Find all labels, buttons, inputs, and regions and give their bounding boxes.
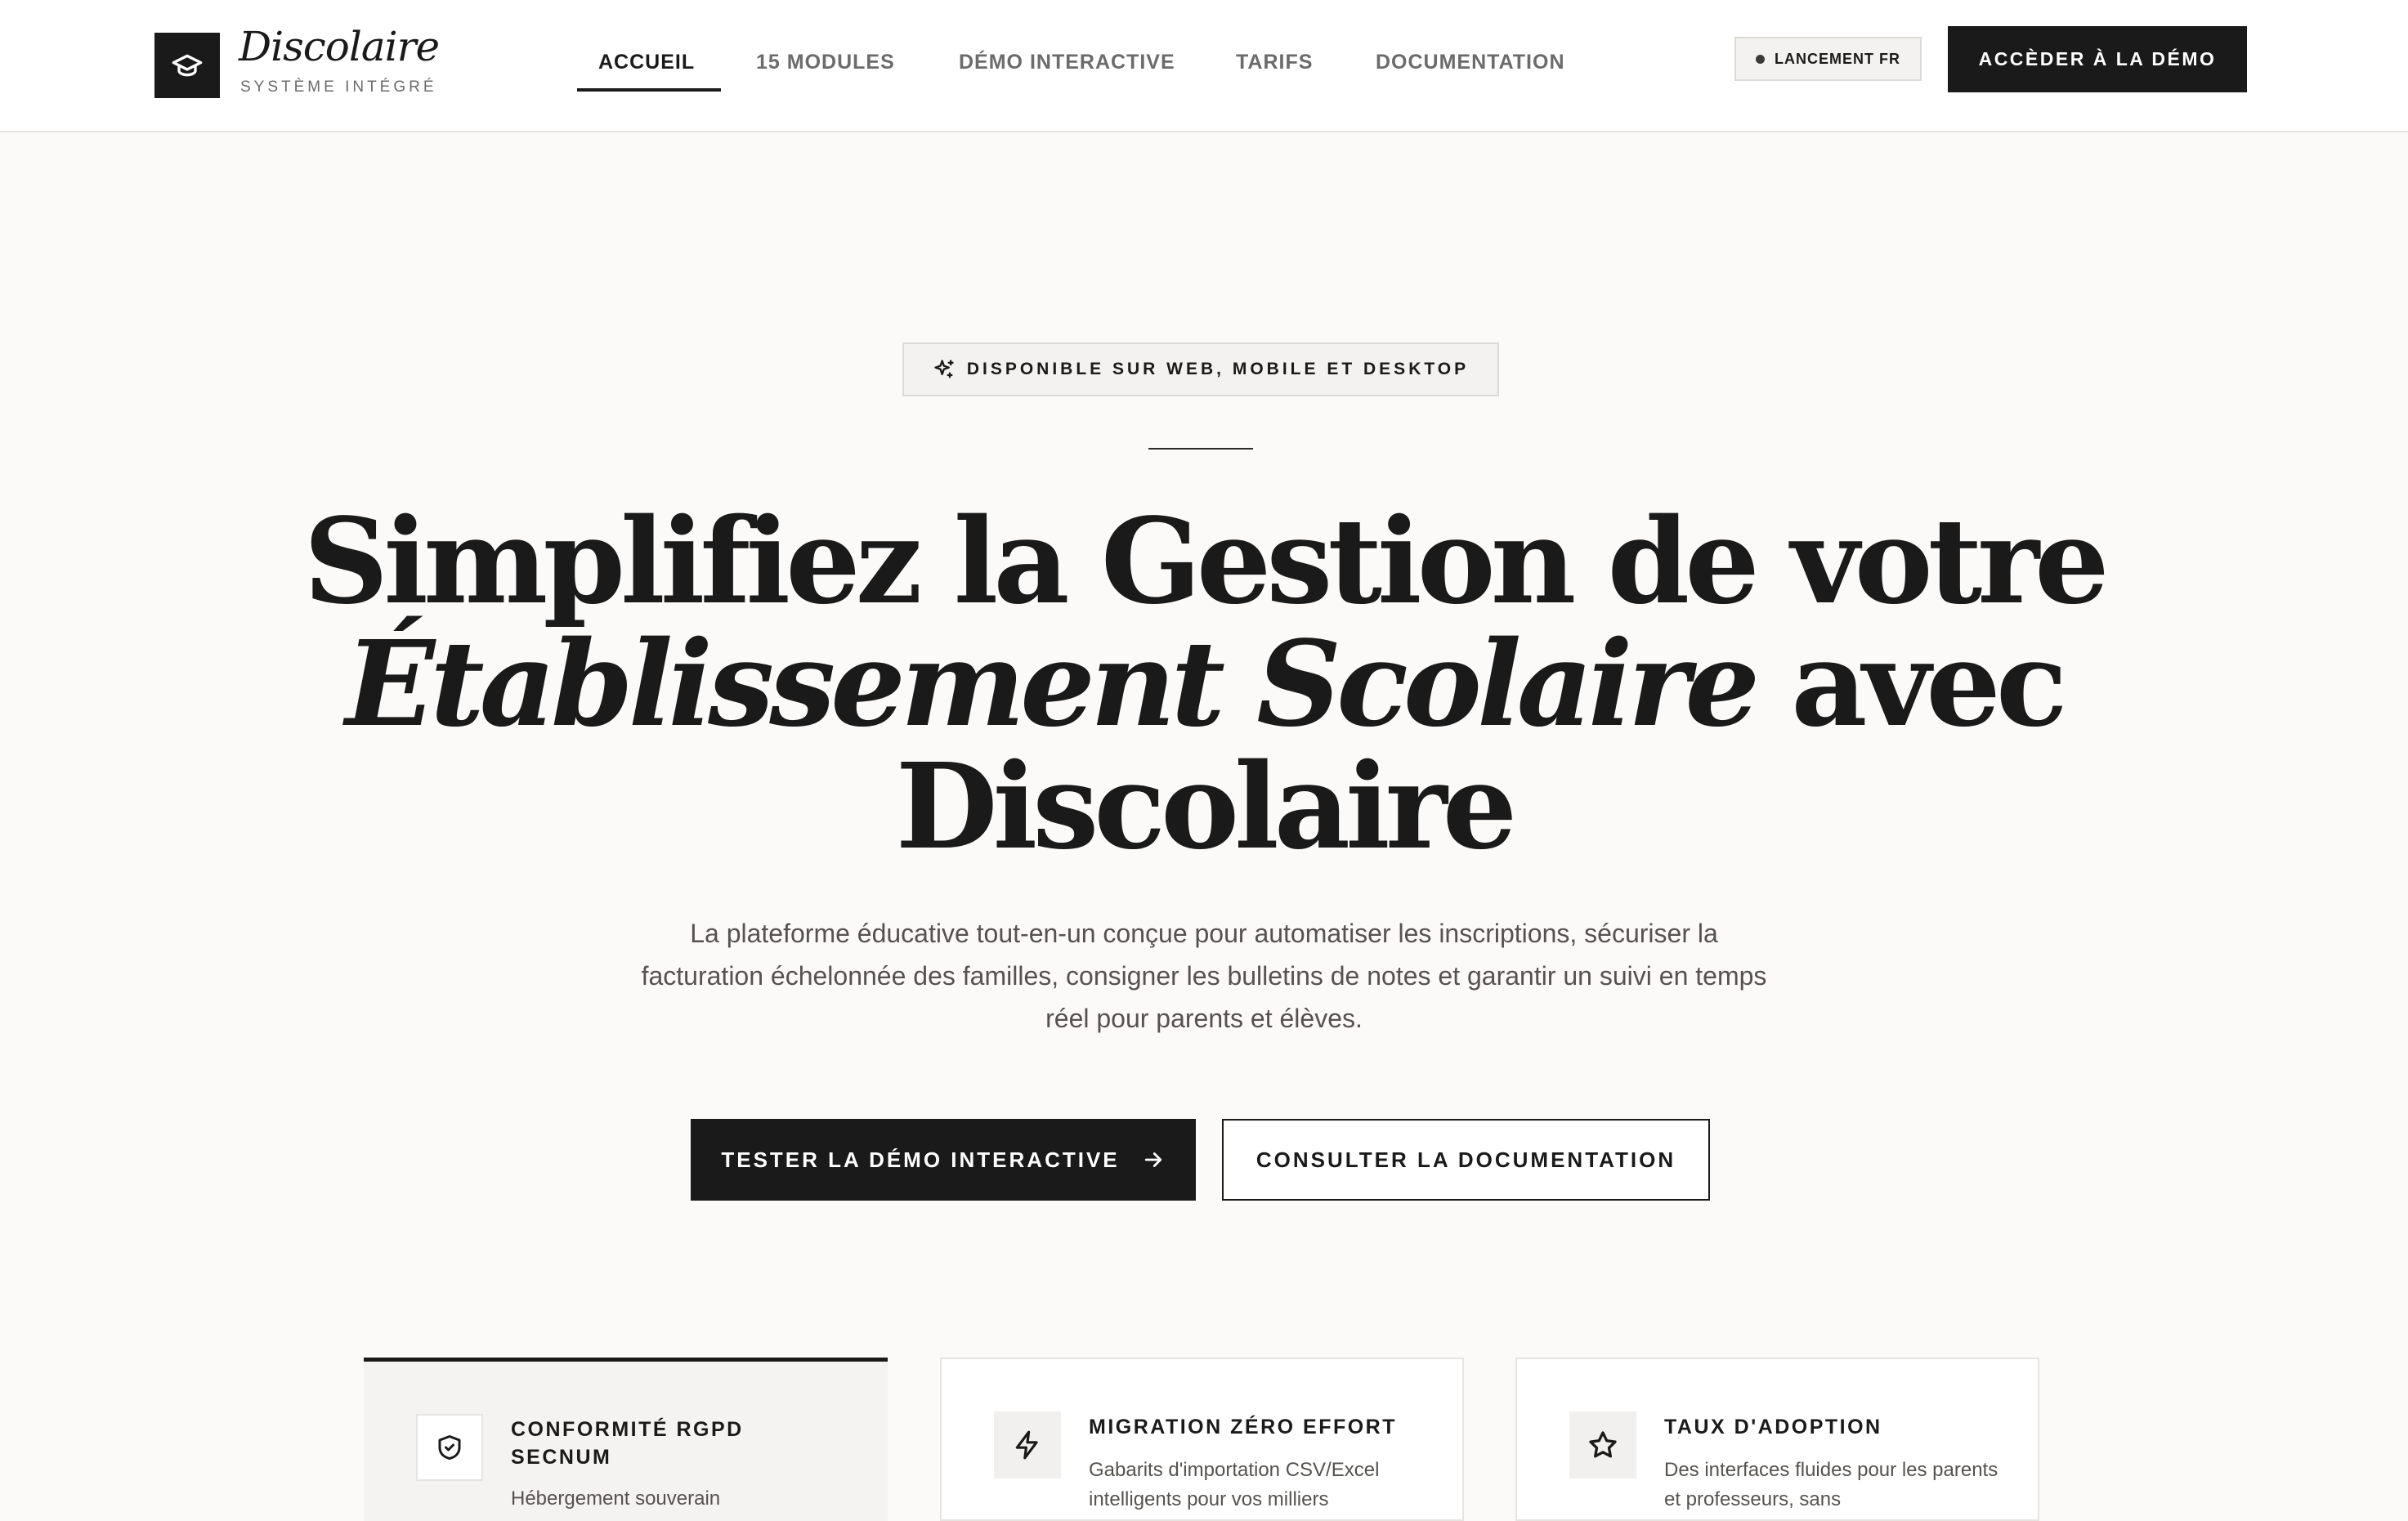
nav-item-demo[interactable]: DÉMO INTERACTIVE (959, 51, 1175, 74)
hero-title-line-1: Simplifiez la Gestion de votre (303, 492, 2109, 630)
lightning-icon (1015, 1430, 1038, 1460)
sparkles-icon (934, 360, 954, 378)
nav-item-modules[interactable]: 15 MODULES (756, 51, 895, 74)
launch-badge-label: LANCEMENT FR (1775, 50, 1900, 67)
shield-check-icon (438, 1435, 461, 1460)
arrow-right-icon (1144, 1152, 1161, 1167)
hero-title-line-3: Discolaire (895, 737, 1518, 875)
hero-divider (1148, 448, 1253, 450)
hero-title-line-2: Établissement Scolaire avec (286, 623, 2122, 745)
availability-label: DISPONIBLE SUR WEB, MOBILE ET DESKTOP (966, 360, 1470, 378)
feature-text: Gabarits d'importation CSV/Excel intelli… (1089, 1459, 1380, 1510)
hero-title-emphasis: Établissement Scolaire (345, 615, 1760, 753)
nav-item-accueil[interactable]: ACCUEIL (598, 51, 695, 74)
active-nav-indicator (577, 88, 721, 92)
availability-badge: DISPONIBLE SUR WEB, MOBILE ET DESKTOP (902, 342, 1499, 396)
try-demo-label: TESTER LA DÉMO INTERACTIVE (721, 1147, 1120, 1172)
access-demo-button[interactable]: ACCÈDER À LA DÉMO (1948, 26, 2247, 92)
feature-card-rgpd[interactable]: CONFORMITÉ RGPD SECNUM Hébergement souve… (364, 1358, 888, 1521)
feature-icon-box (994, 1411, 1061, 1479)
top-navbar: Discolaire SYSTÈME INTÉGRÉ ACCUEIL 15 MO… (0, 0, 2408, 132)
graduation-cap-icon (172, 54, 203, 77)
brand-name[interactable]: Discolaire (239, 23, 440, 70)
launch-badge: LANCEMENT FR (1734, 37, 1922, 81)
hero-subtitle: La plateforme éducative tout-en-un conçu… (641, 919, 1767, 1033)
status-dot-icon (1756, 54, 1765, 64)
star-icon (1589, 1431, 1617, 1458)
feature-icon-box (1569, 1411, 1636, 1479)
try-demo-button[interactable]: TESTER LA DÉMO INTERACTIVE (691, 1119, 1196, 1201)
nav-item-documentation[interactable]: DOCUMENTATION (1376, 51, 1565, 74)
feature-card-migration[interactable]: MIGRATION ZÉRO EFFORT Gabarits d'importa… (940, 1358, 1464, 1521)
feature-title: MIGRATION ZÉRO EFFORT (1089, 1416, 1398, 1438)
documentation-button[interactable]: CONSULTER LA DOCUMENTATION (1222, 1119, 1710, 1201)
hero-title: Simplifiez la Gestion de votre Établisse… (286, 500, 2122, 868)
feature-title: TAUX D'ADOPTION (1664, 1416, 1882, 1438)
feature-icon-box (416, 1414, 483, 1481)
brand-tagline: SYSTÈME INTÉGRÉ (240, 78, 437, 96)
feature-card-adoption[interactable]: TAUX D'ADOPTION Des interfaces fluides p… (1515, 1358, 2039, 1521)
feature-text: Des interfaces fluides pour les parents … (1664, 1459, 1998, 1510)
hero-title-line-2-rest: avec (1755, 615, 2067, 753)
logo-mark[interactable] (154, 33, 220, 98)
nav-item-tarifs[interactable]: TARIFS (1236, 51, 1313, 74)
feature-text: Hébergement souverain (511, 1487, 721, 1510)
feature-title: CONFORMITÉ RGPD SECNUM (511, 1418, 744, 1469)
